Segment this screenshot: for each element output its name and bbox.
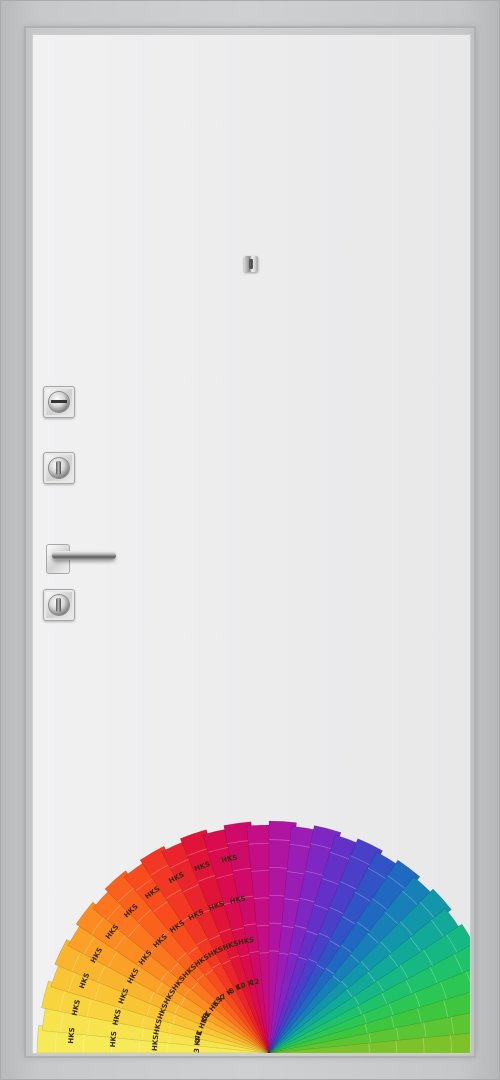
door-handle[interactable]	[52, 551, 116, 560]
color-fan-graphic: 3 KHKSHKSHKS 4 KHKSHKSHKS41 HKSHKSHKSHKS5…	[36, 820, 470, 1053]
color-fan-deck: 3 K HKS HKS HKS 4 K HKS HKS HKS 41 HKS HKS HKS HKS 5…	[33, 35, 470, 1053]
peephole-icon	[244, 256, 258, 272]
fan-strip-label: HKS	[151, 1034, 160, 1051]
fan-strip-label: HKS	[109, 1031, 118, 1048]
lower-lock-cylinder[interactable]	[43, 589, 75, 621]
door-leaf: 3 K HKS HKS HKS 4 K HKS HKS HKS 41 HKS HKS HKS HKS 5…	[32, 34, 471, 1054]
upper-lock-bar-icon	[51, 400, 67, 403]
upper-lock-cylinder[interactable]	[43, 386, 75, 418]
fan-strip-label: HKS	[67, 1027, 76, 1044]
middle-lock-cylinder[interactable]	[43, 452, 75, 484]
lower-lock-turn-icon	[56, 598, 61, 612]
middle-lock-turn-icon	[56, 461, 61, 475]
